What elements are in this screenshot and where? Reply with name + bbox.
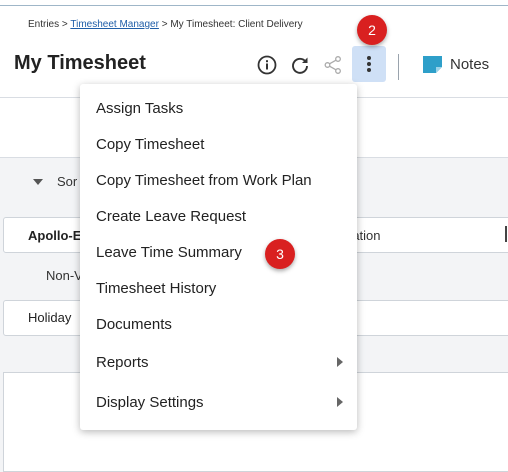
column-edge — [505, 226, 507, 242]
more-options-button[interactable] — [352, 46, 386, 82]
menu-item-label: Reports — [96, 353, 149, 371]
menu-item-timesheet-history[interactable]: Timesheet History — [80, 270, 357, 306]
share-icon — [324, 56, 341, 74]
breadcrumb-link-timesheet-manager[interactable]: Timesheet Manager — [70, 19, 159, 30]
menu-item-create-leave-request[interactable]: Create Leave Request — [80, 198, 357, 234]
info-icon — [257, 55, 277, 75]
caret-down-icon[interactable] — [33, 179, 43, 185]
sort-label[interactable]: Sor — [57, 174, 77, 189]
breadcrumb-separator: > — [161, 19, 168, 30]
share-button[interactable] — [318, 50, 348, 80]
note-icon — [423, 56, 442, 73]
menu-item-label: Copy Timesheet from Work Plan — [96, 171, 312, 189]
toolbar-divider — [398, 54, 399, 80]
step-badge-3: 3 — [265, 239, 295, 269]
menu-item-label: Create Leave Request — [96, 207, 247, 225]
non-work-label: Non-V — [46, 268, 83, 283]
menu-item-copy-timesheet[interactable]: Copy Timesheet — [80, 126, 357, 162]
menu-item-reports[interactable]: Reports — [80, 342, 357, 382]
refresh-icon — [292, 57, 308, 74]
breadcrumb-current: My Timesheet: Client Delivery — [170, 19, 303, 30]
menu-item-leave-time-summary[interactable]: Leave Time Summary — [80, 234, 357, 270]
chevron-right-icon — [337, 357, 343, 367]
notes-button[interactable]: Notes — [423, 56, 489, 73]
more-vertical-icon — [367, 56, 371, 72]
menu-item-label: Timesheet History — [96, 279, 217, 297]
breadcrumb-separator: > — [61, 19, 68, 30]
notes-label: Notes — [450, 56, 490, 73]
menu-item-label: Display Settings — [96, 393, 204, 411]
menu-item-display-settings[interactable]: Display Settings — [80, 382, 357, 422]
menu-item-label: Assign Tasks — [96, 99, 184, 117]
menu-item-assign-tasks[interactable]: Assign Tasks — [80, 90, 357, 126]
holiday-label: Holiday — [28, 310, 72, 325]
info-button[interactable] — [252, 50, 282, 80]
project-name: Apollo-E — [28, 228, 82, 243]
breadcrumb-root[interactable]: Entries — [28, 19, 59, 30]
step-badge-2: 2 — [357, 15, 387, 45]
menu-item-documents[interactable]: Documents — [80, 306, 357, 342]
refresh-button[interactable] — [285, 50, 315, 80]
menu-item-label: Leave Time Summary — [96, 243, 242, 261]
menu-item-label: Documents — [96, 315, 172, 333]
chevron-right-icon — [337, 397, 343, 407]
more-options-menu: Assign Tasks Copy Timesheet Copy Timeshe… — [80, 84, 357, 430]
menu-item-copy-timesheet-from-work-plan[interactable]: Copy Timesheet from Work Plan — [80, 162, 357, 198]
page-title: My Timesheet — [14, 52, 146, 74]
menu-item-label: Copy Timesheet — [96, 135, 205, 153]
breadcrumb: Entries > Timesheet Manager > My Timeshe… — [28, 19, 303, 30]
